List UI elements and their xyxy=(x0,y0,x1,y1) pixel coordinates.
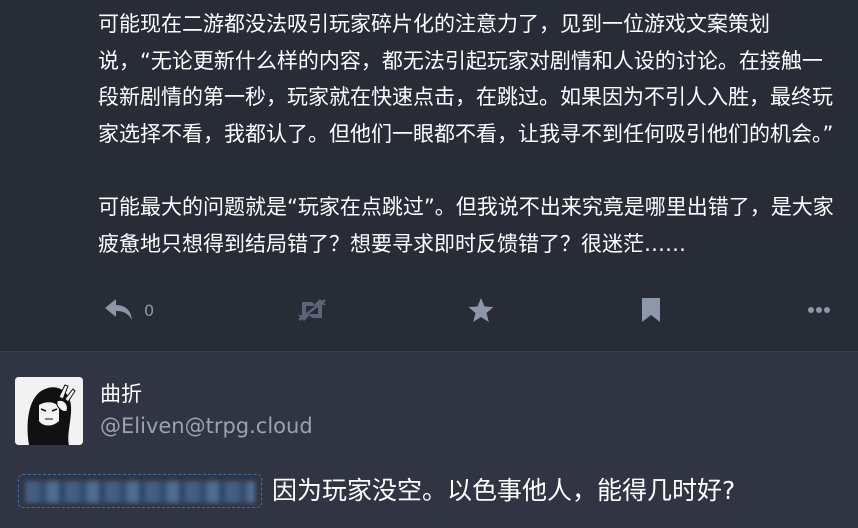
reply-post: 曲折 @Eliven@trpg.cloud 因为玩家没空。以色事他人，能得几时好… xyxy=(0,352,858,528)
avatar-image xyxy=(15,377,83,445)
boost-button[interactable] xyxy=(296,294,328,326)
account-handle[interactable]: @Eliven@trpg.cloud xyxy=(100,414,313,438)
status-action-bar: 0 xyxy=(0,290,858,330)
status-paragraph-2: 可能最大的问题就是“玩家在点跳过”。但我说不出来究竟是哪里出错了，是大家疲惫地只… xyxy=(98,194,834,256)
status-content: 可能现在二游都没法吸引玩家碎片化的注意力了，见到一位游戏文案策划说，“无论更新什… xyxy=(98,6,843,262)
reply-count: 0 xyxy=(144,300,155,320)
status-post: 可能现在二游都没法吸引玩家碎片化的注意力了，见到一位游戏文案策划说，“无论更新什… xyxy=(0,0,858,351)
blurred-mention xyxy=(18,474,262,508)
bookmark-button[interactable] xyxy=(640,294,662,326)
reply-content: 因为玩家没空。以色事他人，能得几时好? xyxy=(272,476,736,505)
more-options-button[interactable] xyxy=(806,294,832,326)
mention-blur-mask xyxy=(25,481,255,503)
more-icon xyxy=(806,297,832,323)
display-name[interactable]: 曲折 xyxy=(100,378,142,408)
boost-disabled-icon xyxy=(296,297,328,323)
reply-icon xyxy=(104,297,134,323)
favourite-button[interactable] xyxy=(467,294,495,326)
favourite-icon xyxy=(467,297,495,323)
status-paragraph-1: 可能现在二游都没法吸引玩家碎片化的注意力了，见到一位游戏文案策划说，“无论更新什… xyxy=(98,12,834,146)
bookmark-icon xyxy=(640,297,662,323)
reply-button[interactable]: 0 xyxy=(104,294,154,326)
avatar[interactable] xyxy=(15,377,83,445)
